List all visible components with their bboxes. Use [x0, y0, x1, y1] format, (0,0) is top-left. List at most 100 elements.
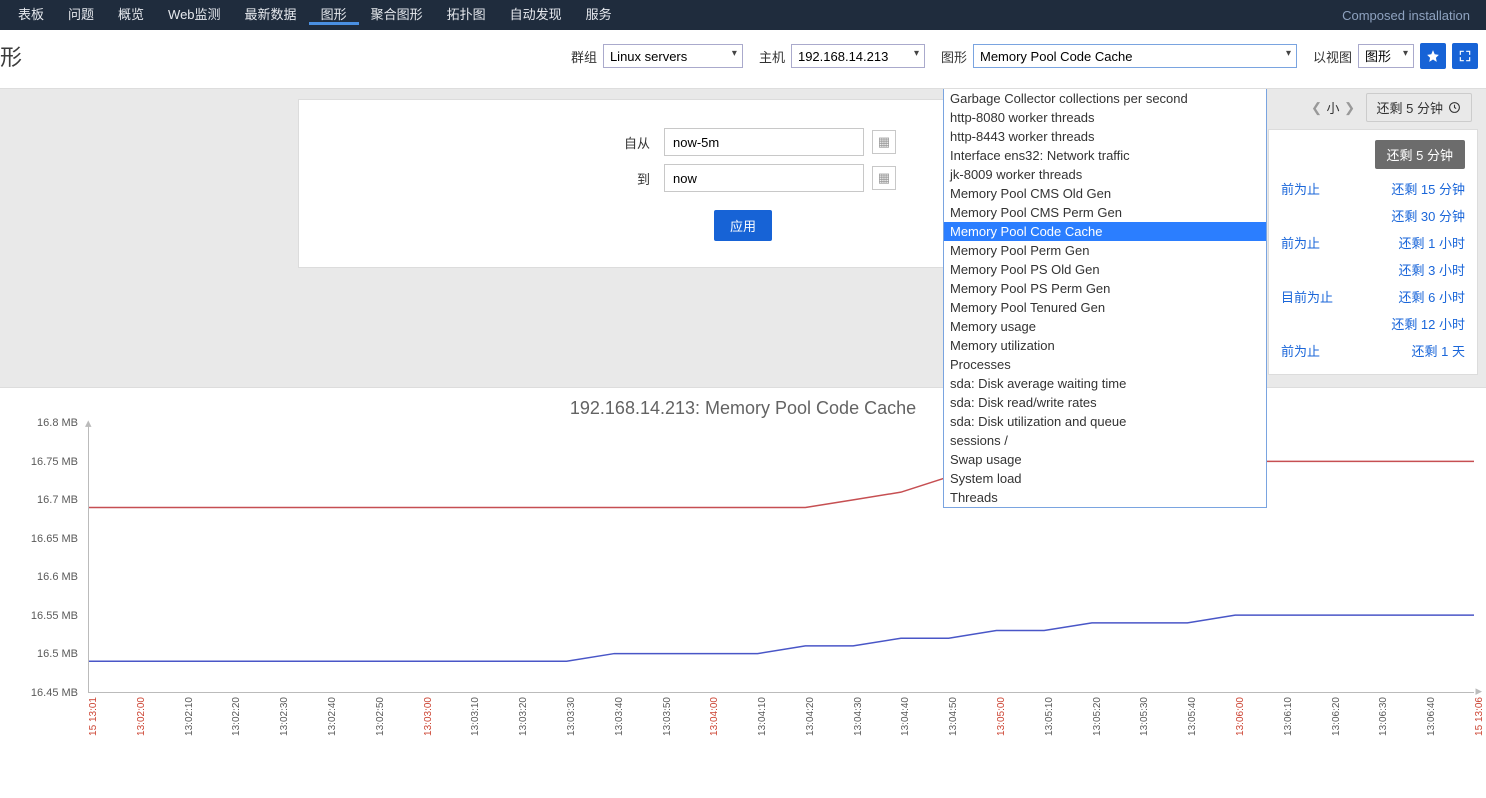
graph-option[interactable]: http-8443 worker threads	[944, 127, 1266, 146]
nav-item-2[interactable]: 概览	[106, 7, 156, 22]
zoom-prev-button[interactable]: ❮	[1307, 94, 1327, 122]
nav-item-7[interactable]: 拓扑图	[435, 7, 498, 22]
x-tick: 13:05:30	[1139, 697, 1150, 736]
x-tick: 13:02:30	[279, 697, 290, 736]
time-presets-panel: 还剩 5 分钟 前为止还剩 15 分钟还剩 30 分钟前为止还剩 1 小时还剩 …	[1268, 129, 1478, 375]
graph-select[interactable]: Memory Pool Code Cache	[973, 44, 1297, 68]
nav-item-3[interactable]: Web监测	[156, 7, 233, 22]
x-tick: 13:05:00	[996, 697, 1007, 736]
graph-option[interactable]: jk-8009 worker threads	[944, 165, 1266, 184]
preset-left-link[interactable]: 前为止	[1281, 179, 1320, 198]
x-tick: 13:03:30	[566, 697, 577, 736]
graph-option[interactable]: sda: Disk read/write rates	[944, 393, 1266, 412]
y-tick: 16.7 MB	[37, 494, 78, 506]
preset-right-link[interactable]: 还剩 30 分钟	[1391, 206, 1465, 225]
graph-option[interactable]: Memory Pool Tenured Gen	[944, 298, 1266, 317]
preset-left-link[interactable]: 前为止	[1281, 341, 1320, 360]
graph-option[interactable]: Interface ens32: Network traffic	[944, 146, 1266, 165]
graph-option[interactable]: sessions /	[944, 431, 1266, 450]
graph-option[interactable]: Memory usage	[944, 317, 1266, 336]
graph-option[interactable]: Memory Pool CMS Perm Gen	[944, 203, 1266, 222]
nav-item-4[interactable]: 最新数据	[233, 7, 309, 22]
from-input[interactable]	[664, 128, 864, 156]
preset-left-link[interactable]: 前为止	[1281, 233, 1320, 252]
to-calendar-button[interactable]	[872, 166, 896, 190]
preset-right-link[interactable]: 还剩 3 小时	[1399, 260, 1465, 279]
nav-item-0[interactable]: 表板	[6, 7, 56, 22]
x-tick: 13:05:40	[1187, 697, 1198, 736]
x-tick: 13:04:10	[757, 697, 768, 736]
apply-button[interactable]: 应用	[714, 210, 772, 241]
x-tick: 13:02:10	[184, 697, 195, 736]
graph-option[interactable]: Memory Pool Code Cache	[944, 222, 1266, 241]
graph-label: 图形	[941, 47, 967, 66]
graph-option[interactable]: Memory Pool CMS Old Gen	[944, 184, 1266, 203]
to-input[interactable]	[664, 164, 864, 192]
y-tick: 16.8 MB	[37, 417, 78, 429]
from-calendar-button[interactable]	[872, 130, 896, 154]
graph-option[interactable]: sda: Disk average waiting time	[944, 374, 1266, 393]
group-label: 群组	[571, 47, 597, 66]
from-label: 自从	[590, 133, 650, 152]
preset-right-link[interactable]: 还剩 15 分钟	[1391, 179, 1465, 198]
preset-right-link[interactable]: 还剩 1 小时	[1399, 233, 1465, 252]
preset-left-link[interactable]: 目前为止	[1281, 287, 1333, 306]
zoom-out-label: 小	[1327, 98, 1340, 117]
page-title: 形	[0, 40, 22, 72]
fullscreen-button[interactable]	[1452, 43, 1478, 69]
top-nav: 表板问题概览Web监测最新数据图形聚合图形拓扑图自动发现服务 Composed …	[0, 0, 1486, 30]
graph-dropdown-list[interactable]: Garbage Collector collections per second…	[943, 89, 1267, 508]
graph-option[interactable]: Memory utilization	[944, 336, 1266, 355]
chart-series-committed	[89, 615, 1474, 661]
host-label: 主机	[759, 47, 785, 66]
nav-item-8[interactable]: 自动发现	[498, 7, 574, 22]
preset-right-link[interactable]: 还剩 6 小时	[1399, 287, 1465, 306]
x-tick: 13:06:00	[1235, 697, 1246, 736]
y-tick: 16.6 MB	[37, 571, 78, 583]
x-tick: 15 13:01	[88, 697, 99, 736]
graph-option[interactable]: Memory Pool Perm Gen	[944, 241, 1266, 260]
favorite-button[interactable]	[1420, 43, 1446, 69]
x-tick: 13:02:20	[231, 697, 242, 736]
nav-item-6[interactable]: 聚合图形	[359, 7, 435, 22]
zoom-next-button[interactable]: ❯	[1340, 94, 1360, 122]
nav-item-9[interactable]: 服务	[574, 7, 624, 22]
x-tick: 13:05:20	[1092, 697, 1103, 736]
graph-option[interactable]: sda: Disk utilization and queue	[944, 412, 1266, 431]
graph-option[interactable]: System load	[944, 469, 1266, 488]
nav-item-1[interactable]: 问题	[56, 7, 106, 22]
graph-option[interactable]: Memory Pool PS Perm Gen	[944, 279, 1266, 298]
graph-option[interactable]: Threads	[944, 488, 1266, 507]
graph-option[interactable]: Swap usage	[944, 450, 1266, 469]
clock-icon	[1448, 101, 1461, 114]
x-tick: 15 13:06	[1474, 697, 1485, 736]
x-tick: 13:03:20	[518, 697, 529, 736]
time-remaining-badge[interactable]: 还剩 5 分钟	[1366, 93, 1472, 122]
x-tick: 13:06:40	[1426, 697, 1437, 736]
view-select[interactable]: 图形	[1358, 44, 1414, 68]
x-tick: 13:03:10	[470, 697, 481, 736]
host-select[interactable]: 192.168.14.213	[791, 44, 925, 68]
graph-option[interactable]: Memory Pool PS Old Gen	[944, 260, 1266, 279]
composed-installation-link[interactable]: Composed installation	[1342, 8, 1480, 23]
y-tick: 16.5 MB	[37, 648, 78, 660]
x-tick: 13:04:20	[805, 697, 816, 736]
nav-item-5[interactable]: 图形	[309, 7, 359, 25]
preset-right-link[interactable]: 还剩 12 小时	[1391, 314, 1465, 333]
graph-option[interactable]: Processes	[944, 355, 1266, 374]
view-label: 以视图	[1313, 47, 1352, 66]
graph-option[interactable]: http-8080 worker threads	[944, 108, 1266, 127]
x-tick: 13:06:10	[1283, 697, 1294, 736]
preset-row: 目前为止 还剩 6 小时	[1281, 283, 1465, 310]
preset-row: 还剩 12 小时	[1281, 310, 1465, 337]
x-tick: 13:02:00	[136, 697, 147, 736]
preset-row: 还剩 3 小时	[1281, 256, 1465, 283]
y-tick: 16.65 MB	[31, 533, 78, 545]
preset-right-link[interactable]: 还剩 1 天	[1412, 341, 1465, 360]
graph-option[interactable]: Garbage Collector collections per second	[944, 89, 1266, 108]
to-label: 到	[590, 169, 650, 188]
presets-header: 还剩 5 分钟	[1375, 140, 1465, 169]
group-select[interactable]: Linux servers	[603, 44, 743, 68]
x-tick: 13:03:40	[614, 697, 625, 736]
y-tick: 16.45 MB	[31, 687, 78, 699]
